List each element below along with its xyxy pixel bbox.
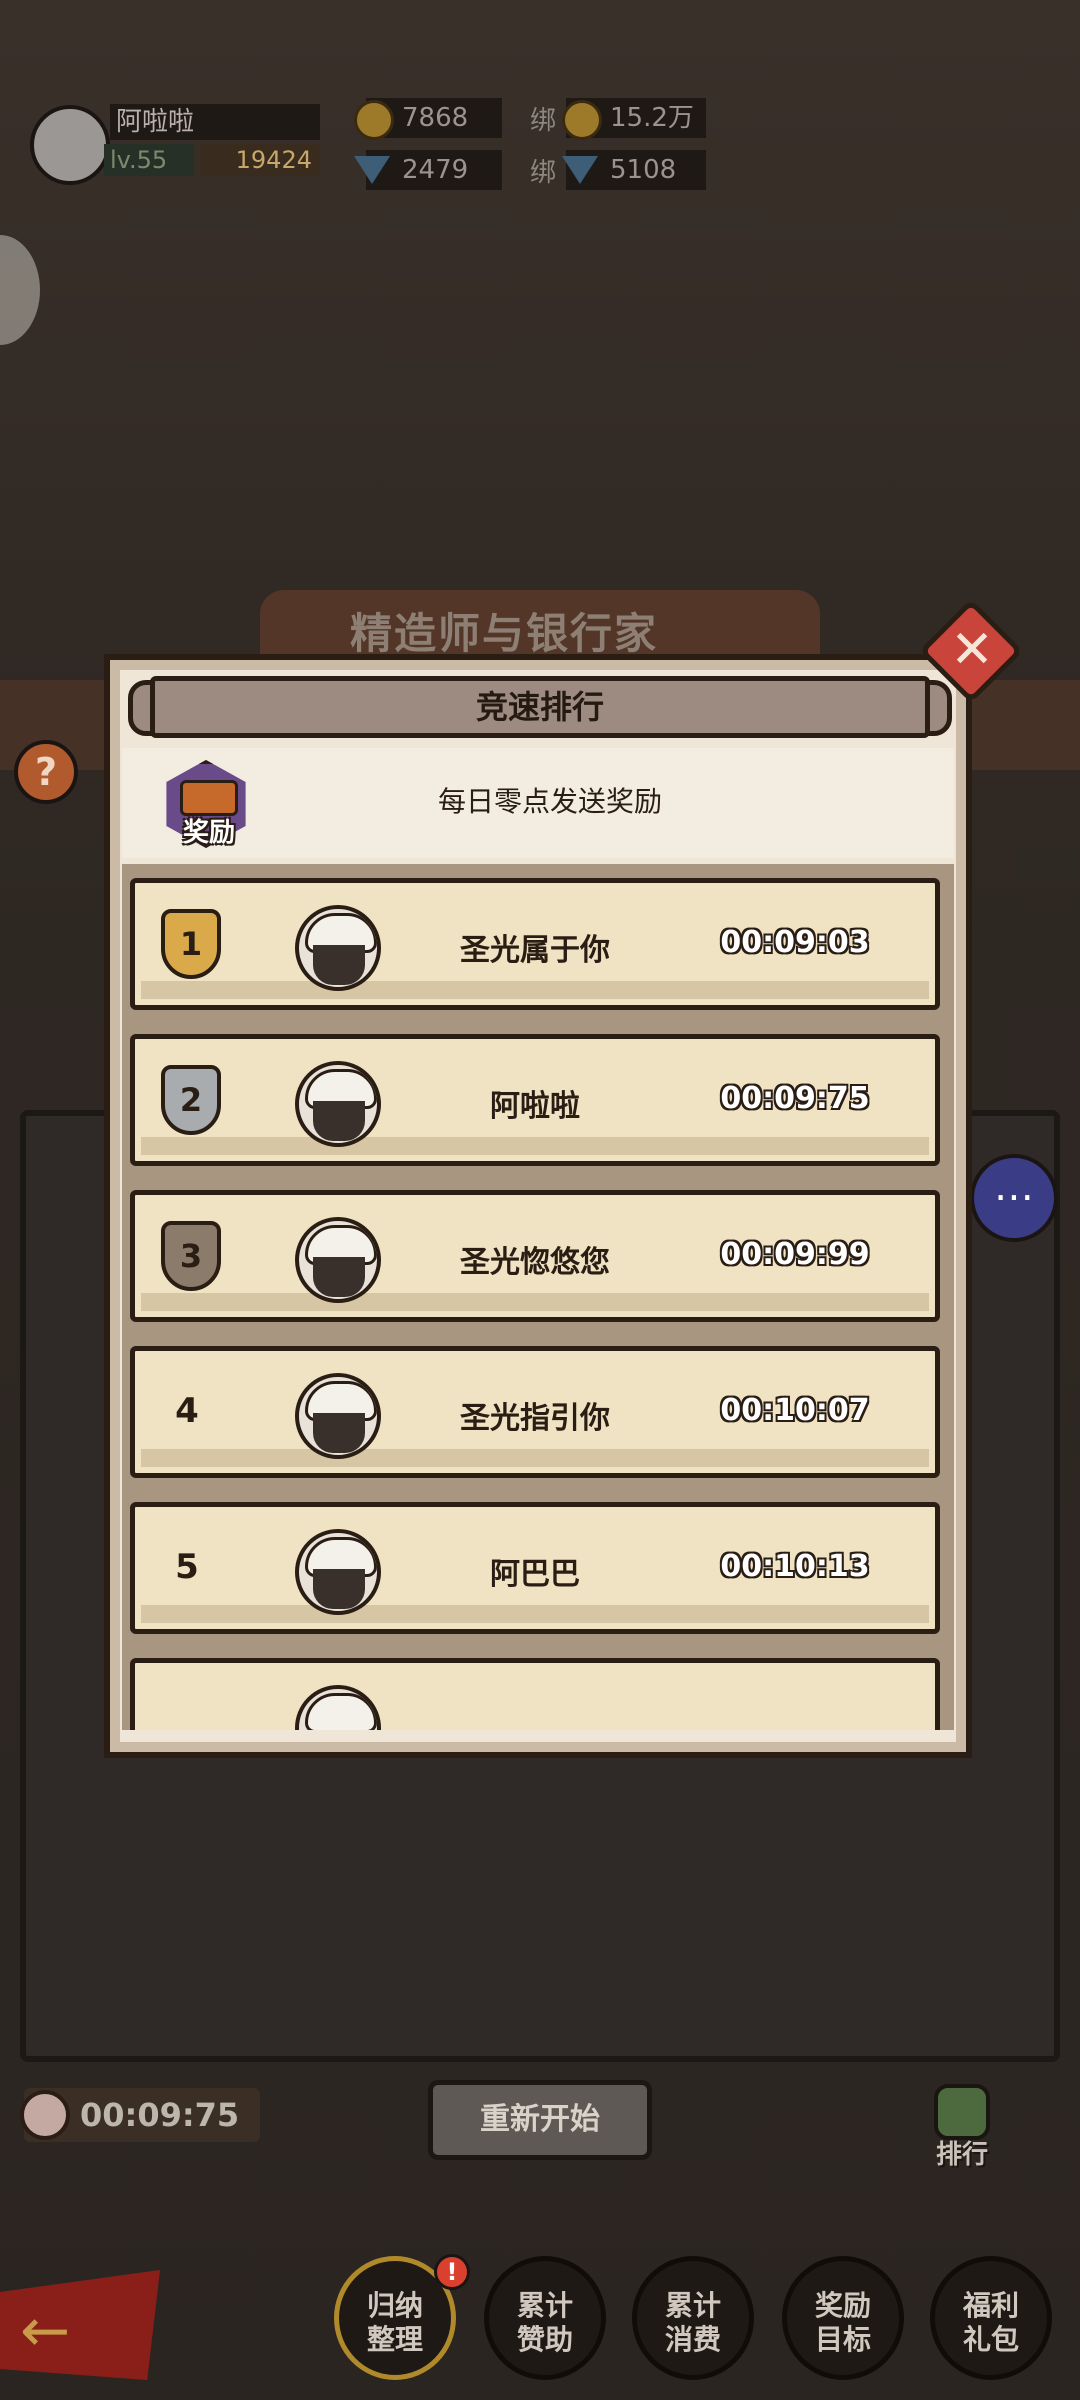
gold-coin-icon (354, 100, 394, 140)
silver-medal-icon: 2 (161, 1065, 221, 1135)
restart-button[interactable]: 重新开始 (428, 2080, 652, 2160)
ranking-list[interactable]: 1 圣光属于你 00:09:03 2 阿啦啦 00:09:75 3 圣光惚悠您 … (122, 864, 954, 1730)
clock-icon (20, 2090, 70, 2140)
player-power: 19424 (200, 144, 320, 176)
face-shape (313, 1101, 365, 1141)
bound-gold-value: 15.2万 (610, 103, 694, 133)
elapsed-time: 00:09:75 (80, 2096, 240, 2134)
gem-value: 2479 (402, 155, 469, 185)
race-time: 00:09:03 (720, 925, 870, 960)
ranking-row[interactable]: 5 阿巴巴 00:10:13 (130, 1502, 940, 1634)
race-time: 00:09:99 (720, 1237, 870, 1272)
player-name: 阿巴巴 (490, 1557, 580, 1592)
gem-icon (354, 156, 390, 184)
nav-label: 福利 礼包 (962, 2289, 1019, 2356)
bound-gem-icon (562, 156, 598, 184)
avatar (295, 1373, 381, 1459)
ranking-row[interactable]: 1 圣光属于你 00:09:03 (130, 878, 940, 1010)
face-shape (313, 1413, 365, 1453)
ranking-row[interactable]: 3 圣光惚悠您 00:09:99 (130, 1190, 940, 1322)
rank-number: 4 (175, 1391, 199, 1431)
nav-label: 奖励 目标 (814, 2289, 871, 2356)
avatar (295, 1061, 381, 1147)
player-name: 圣光属于你 (460, 933, 610, 968)
gold-medal-icon: 1 (161, 909, 221, 979)
player-avatar[interactable] (30, 105, 110, 185)
bronze-medal-icon: 3 (161, 1221, 221, 1291)
reward-icon-label: 奖励 (182, 818, 235, 848)
player-level: lv.55 (104, 144, 194, 176)
ranking-button[interactable]: 排行 (920, 2084, 1004, 2170)
ranking-button-label: 排行 (935, 2140, 988, 2170)
nav-welfare-pack-button[interactable]: 福利 礼包 (930, 2256, 1052, 2380)
avatar (295, 1529, 381, 1615)
notification-badge: ! (434, 2254, 470, 2290)
rank-number: 5 (175, 1547, 199, 1587)
gold-value: 7868 (402, 103, 469, 133)
race-time: 00:10:07 (720, 1393, 870, 1428)
bound-coin-icon (562, 100, 602, 140)
chat-icon[interactable]: ⋯ (970, 1154, 1058, 1242)
back-arrow-icon[interactable]: ← (20, 2296, 70, 2366)
reward-description: 每日零点发送奖励 (437, 785, 662, 818)
help-icon[interactable]: ? (14, 740, 78, 804)
close-icon[interactable]: ✕ (940, 618, 1004, 682)
nav-spending-button[interactable]: 累计 消费 (632, 2256, 754, 2380)
nav-label: 累计 赞助 (516, 2289, 573, 2356)
turban-shape (305, 1693, 377, 1730)
nav-sponsor-button[interactable]: 累计 赞助 (484, 2256, 606, 2380)
face-shape (313, 1569, 365, 1609)
avatar (295, 905, 381, 991)
avatar (295, 1685, 381, 1730)
background-title: 精造师与银行家 (350, 609, 659, 658)
face-shape (313, 1257, 365, 1297)
player-name: 圣光惚悠您 (460, 1245, 610, 1280)
race-time: 00:10:13 (720, 1549, 870, 1584)
nav-reward-target-button[interactable]: 奖励 目标 (782, 2256, 904, 2380)
face-shape (313, 945, 365, 985)
ranking-row[interactable]: 4 圣光指引你 00:10:07 (130, 1346, 940, 1478)
ranking-row-partial[interactable] (130, 1658, 940, 1730)
nav-label: 归纳 整理 (366, 2289, 423, 2356)
nav-label: 累计 消费 (664, 2289, 721, 2356)
ranking-row[interactable]: 2 阿啦啦 00:09:75 (130, 1034, 940, 1166)
bound-gem-label: 绑 (530, 158, 557, 188)
player-name: 阿啦啦 (490, 1089, 580, 1124)
dialog-title: 竞速排行 (475, 688, 604, 726)
treasure-chest-icon (180, 780, 238, 816)
rank-number: 1 (179, 925, 203, 963)
avatar (295, 1217, 381, 1303)
rank-number: 3 (179, 1237, 203, 1275)
player-name: 圣光指引你 (460, 1401, 610, 1436)
race-time: 00:09:75 (720, 1081, 870, 1116)
bound-gem-value: 5108 (610, 155, 677, 185)
rank-number: 2 (179, 1081, 203, 1119)
ranking-icon (934, 2084, 990, 2140)
player-name: 阿啦啦 (110, 104, 320, 140)
bound-gold-label: 绑 (530, 106, 557, 136)
